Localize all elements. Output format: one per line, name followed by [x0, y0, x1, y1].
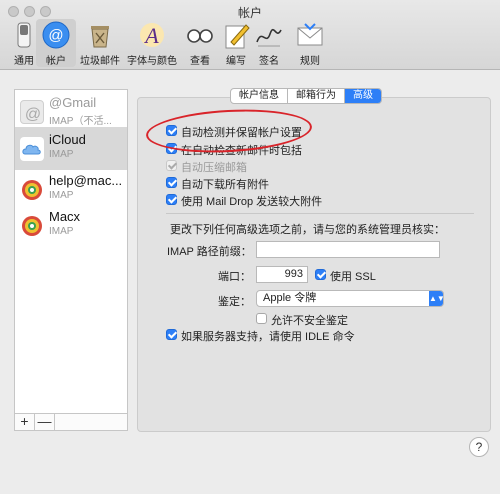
toolbar-accounts-button[interactable]: @ 帐户 [36, 19, 76, 67]
mail-account-icon [20, 214, 44, 238]
switch-icon [9, 20, 39, 50]
toolbar: 帐户 通用 @ 帐户 垃圾邮件 A 字体与颜色 查看 编写 签名 规则 [0, 0, 500, 70]
download-attachments-label: 自动下载所有附件 [181, 179, 269, 191]
chevron-updown-icon: ▲▼ [429, 291, 445, 306]
tab-mailbox-behaviors[interactable]: 邮箱行为 [288, 89, 345, 103]
sidebar-button-bar: + — [14, 413, 128, 431]
allow-insecure-auth-checkbox[interactable] [256, 313, 267, 324]
mail-drop-label: 使用 Mail Drop 发送较大附件 [181, 196, 323, 208]
account-item-icloud[interactable]: iCloud IMAP [15, 127, 127, 170]
svg-text:@: @ [25, 106, 41, 123]
accounts-list: @ @Gmail IMAP（不活... iCloud IMAP help@mac… [14, 89, 128, 431]
svg-text:@: @ [48, 27, 63, 44]
remove-account-button[interactable]: — [35, 414, 55, 430]
mail-account-icon [20, 178, 44, 202]
account-name: @Gmail [49, 95, 97, 110]
authentication-label: 鉴定： [218, 296, 251, 308]
divider [166, 213, 474, 214]
allow-insecure-auth-label: 允许不安全鉴定 [271, 315, 348, 327]
toolbar-label: 规则 [300, 56, 320, 67]
font-a-icon: A [137, 20, 167, 50]
use-idle-checkbox[interactable] [166, 329, 177, 340]
account-item-macx[interactable]: Macx IMAP [15, 204, 127, 247]
toolbar-rules-button[interactable]: 规则 [286, 19, 334, 67]
add-account-button[interactable]: + [15, 414, 35, 430]
tab-advanced[interactable]: 高级 [345, 89, 381, 103]
imap-prefix-label: IMAP 路径前缀： [167, 246, 252, 258]
use-ssl-label: 使用 SSL [330, 271, 376, 283]
authentication-value: Apple 令牌 [263, 292, 317, 304]
compact-mailboxes-label: 自动压缩邮箱 [181, 162, 247, 174]
icloud-icon [20, 137, 44, 161]
signature-icon [254, 20, 284, 50]
port-label: 端口： [218, 271, 251, 283]
toolbar-label: 垃圾邮件 [80, 56, 120, 67]
account-name: help@mac... [49, 173, 123, 188]
advanced-note: 更改下列任何高级选项之前，请与您的系统管理员核实： [170, 224, 445, 236]
glasses-icon [185, 20, 215, 50]
account-type: IMAP（不活... [49, 116, 112, 127]
tab-account-info[interactable]: 帐户信息 [231, 89, 288, 103]
svg-text:A: A [143, 23, 159, 48]
toolbar-label: 帐户 [46, 56, 66, 67]
compact-mailboxes-checkbox[interactable] [166, 160, 177, 171]
mail-drop-checkbox[interactable] [166, 194, 177, 205]
toolbar-label: 字体与颜色 [127, 56, 177, 67]
port-field[interactable]: 993 [256, 266, 308, 283]
help-button[interactable]: ? [469, 437, 489, 457]
at-sign-icon: @ [41, 20, 71, 50]
account-type: IMAP [49, 190, 74, 201]
toolbar-fonts-colors-button[interactable]: A 字体与颜色 [126, 19, 178, 67]
use-ssl-checkbox[interactable] [315, 269, 326, 280]
account-name: iCloud [49, 132, 86, 147]
trash-bin-icon [85, 20, 115, 50]
toolbar-junk-button[interactable]: 垃圾邮件 [76, 19, 124, 67]
download-attachments-checkbox[interactable] [166, 177, 177, 188]
use-idle-label: 如果服务器支持，请使用 IDLE 命令 [181, 331, 355, 343]
account-name: Macx [49, 209, 81, 224]
account-type: IMAP [49, 149, 74, 160]
envelope-rules-icon [295, 20, 325, 50]
imap-prefix-field[interactable] [256, 241, 440, 258]
account-type: IMAP [49, 226, 74, 237]
gmail-icon: @ [20, 100, 44, 124]
tab-bar: 帐户信息 邮箱行为 高级 [230, 88, 382, 104]
authentication-select[interactable]: Apple 令牌 ▲▼ [256, 290, 445, 307]
